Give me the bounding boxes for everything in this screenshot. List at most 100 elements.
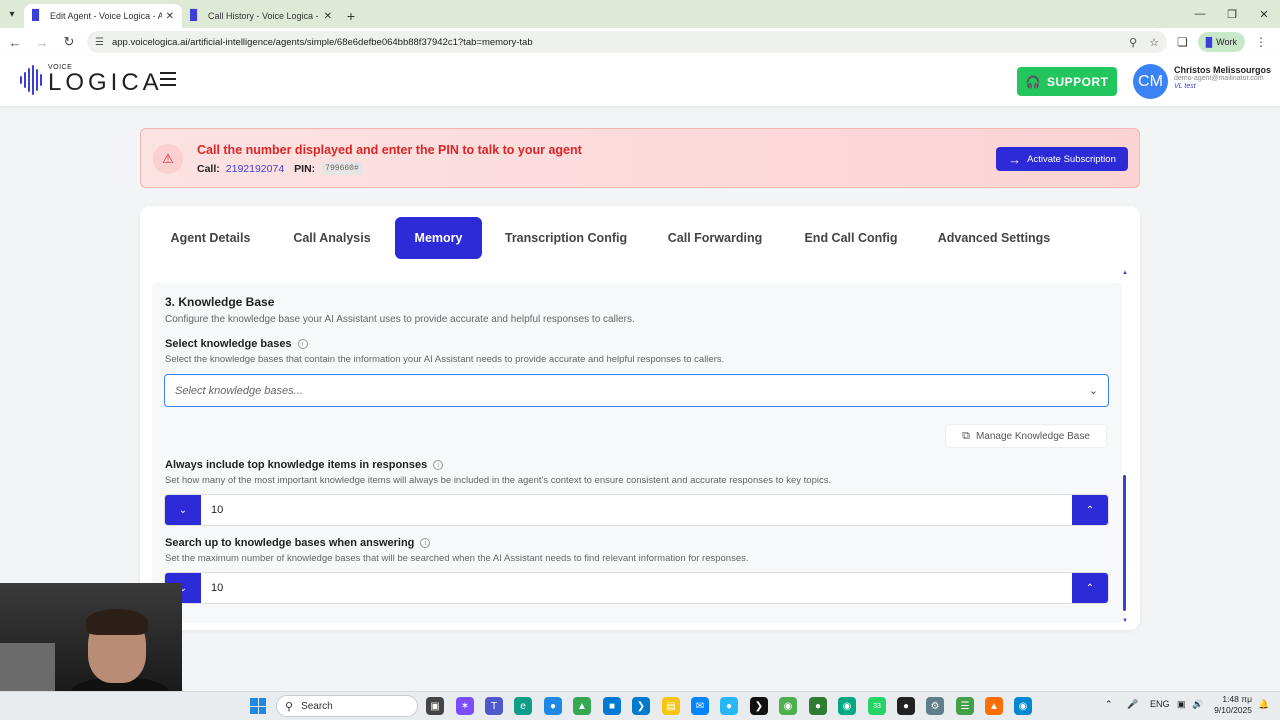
tab-memory[interactable]: Memory [395, 217, 482, 259]
github-icon[interactable]: ● [897, 697, 915, 715]
knowledge-base-select[interactable]: Select knowledge bases... ⌄ [164, 374, 1109, 407]
forward-icon[interactable]: → [30, 30, 54, 54]
knowledge-base-section: 3. Knowledge Base Configure the knowledg… [152, 283, 1122, 623]
chrome-icon[interactable]: ◉ [779, 697, 797, 715]
search-kb-label: Search up to knowledge bases when answer… [165, 537, 415, 549]
restore-icon[interactable]: ❐ [1216, 0, 1248, 28]
browser-tab-call-history[interactable]: █ Call History - Voice Logica - AI ✕ [182, 4, 340, 28]
browser-icon[interactable]: ● [544, 697, 562, 715]
user-email: demo-agent@mailinator.com [1174, 75, 1264, 83]
extensions-icon[interactable]: ❏ [1177, 35, 1188, 49]
browser-tab-edit-agent[interactable]: █ Edit Agent - Voice Logica - AI P ✕ [24, 4, 182, 28]
pin-value: 799660# [321, 162, 363, 175]
whatsapp-badge: 33 [873, 702, 881, 710]
activate-subscription-button[interactable]: → Activate Subscription [996, 147, 1128, 171]
browser-tab-bar: ▾ █ Edit Agent - Voice Logica - AI P ✕ █… [0, 0, 1280, 28]
increment-chevron-up-icon[interactable]: ⌃ [1072, 495, 1108, 525]
pin-label: PIN: [294, 162, 316, 175]
chrome-profile-icon[interactable]: ◉ [838, 697, 856, 715]
close-tab-icon[interactable]: ✕ [166, 11, 174, 22]
panel-scrollbar[interactable]: ▲ ▼ [1122, 270, 1128, 624]
site-info-icon[interactable]: ☰ [95, 37, 104, 48]
edge-icon[interactable]: e [514, 697, 532, 715]
tab-search-icon[interactable]: ▾ [0, 0, 24, 28]
language-indicator[interactable]: ENG [1150, 699, 1170, 709]
taskbar-search[interactable]: ⚲ Search [276, 695, 418, 717]
drive-icon[interactable]: ▲ [573, 697, 591, 715]
mongodb-icon[interactable]: ● [809, 697, 827, 715]
settings-gear-icon[interactable]: ⚙ [926, 697, 944, 715]
manage-label: Manage Knowledge Base [975, 430, 1090, 442]
decrement-chevron-down-icon[interactable]: ⌄ [165, 495, 201, 525]
select-kb-description: Select the knowledge bases that contain … [165, 354, 725, 365]
store-icon[interactable]: ■ [603, 697, 621, 715]
vscode-icon[interactable]: ❯ [632, 697, 650, 715]
copilot-icon[interactable]: ✶ [456, 697, 474, 715]
tab-advanced-settings[interactable]: Advanced Settings [932, 217, 1056, 259]
tab-call-forwarding[interactable]: Call Forwarding [660, 217, 770, 259]
terminal-icon[interactable]: ❯ [750, 697, 768, 715]
bookmark-star-icon[interactable]: ☆ [1149, 36, 1159, 49]
network-icon[interactable]: ▣ [1177, 699, 1186, 710]
scroll-up-icon[interactable]: ▲ [1122, 270, 1128, 276]
file-explorer-icon[interactable]: ▤ [662, 697, 680, 715]
search-kb-input[interactable]: 10 [201, 573, 1072, 603]
tab-agent-details[interactable]: Agent Details [162, 217, 259, 259]
reload-icon[interactable]: ↻ [57, 30, 81, 54]
windows-taskbar: ⚲ Search ▣ ✶ T e ● ▲ ■ ❯ ▤ ✉ ● ❯ ◉ ● ◉ 3… [0, 691, 1280, 720]
vlc-icon[interactable]: ▲ [985, 697, 1003, 715]
profile-chip[interactable]: █ Work [1197, 32, 1245, 52]
taskbar-clock[interactable]: 1:48 πμ 9/10/2025 [1210, 694, 1252, 715]
browser-tab-title: Call History - Voice Logica - AI [208, 11, 320, 21]
scrollbar-thumb[interactable] [1123, 475, 1126, 611]
notes-icon[interactable]: ☰ [956, 697, 974, 715]
notification-icon[interactable]: 🔔 [1258, 699, 1269, 710]
messenger-icon[interactable]: ✉ [691, 697, 709, 715]
avatar[interactable]: CM [1133, 64, 1168, 99]
voicelogica-logo[interactable]: VOICE LOGICA [20, 64, 163, 95]
search-kb-stepper: ⌄ 10 ⌃ [164, 572, 1109, 604]
tab-call-analysis[interactable]: Call Analysis [286, 217, 378, 259]
whatsapp-icon[interactable]: 33 [868, 697, 886, 715]
increment-chevron-up-icon[interactable]: ⌃ [1072, 573, 1108, 603]
support-button[interactable]: 🎧 SUPPORT [1017, 67, 1117, 96]
manage-knowledge-base-button[interactable]: ⧉ Manage Knowledge Base [945, 424, 1107, 448]
tray-chevron-up-icon[interactable]: ⌃ [1105, 699, 1113, 710]
info-icon[interactable]: i [297, 339, 308, 349]
url-bar[interactable]: ☰ app.voicelogica.ai/artificial-intellig… [87, 31, 1167, 53]
scroll-down-icon[interactable]: ▼ [1122, 618, 1128, 624]
clock-date: 9/10/2025 [1214, 704, 1252, 715]
task-view-icon[interactable]: ▣ [426, 697, 444, 715]
microphone-icon[interactable]: 🎤 [1127, 699, 1138, 710]
tab-end-call-config[interactable]: End Call Config [796, 217, 906, 259]
url-text: app.voicelogica.ai/artificial-intelligen… [111, 36, 533, 48]
new-tab-icon[interactable]: + [340, 4, 362, 28]
close-tab-icon[interactable]: ✕ [324, 11, 332, 22]
app-icon[interactable]: ● [720, 697, 738, 715]
teams-icon[interactable]: T [485, 697, 503, 715]
zoom-icon[interactable]: ⚲ [1129, 36, 1137, 49]
call-number[interactable]: 2192192074 [226, 163, 284, 175]
logo-big-text: LOGICA [48, 69, 163, 96]
test-call-alert: ⚠ Call the number displayed and enter th… [140, 128, 1140, 188]
close-window-icon[interactable]: ✕ [1248, 0, 1280, 28]
back-icon[interactable]: ← [3, 30, 27, 54]
select-kb-label-row: Select knowledge bases i [165, 338, 308, 350]
volume-icon[interactable]: 🔊 [1192, 699, 1203, 710]
user-info[interactable]: Christos Melissourgos demo-agent@mailina… [1174, 65, 1271, 91]
browser-menu-icon[interactable]: ⋮ [1255, 35, 1267, 49]
top-items-label: Always include top knowledge items in re… [165, 459, 428, 471]
info-icon[interactable]: i [420, 538, 431, 548]
arrow-right-icon: → [1008, 151, 1022, 167]
hamburger-menu-icon[interactable] [160, 72, 176, 86]
search-icon: ⚲ [285, 700, 294, 713]
info-icon[interactable]: i [433, 460, 444, 470]
windows-start-icon[interactable] [250, 698, 266, 714]
headset-icon: 🎧 [1025, 74, 1041, 89]
waveform-logo-icon [20, 64, 42, 95]
minimize-icon[interactable]: — [1184, 0, 1216, 28]
app-globe-icon[interactable]: ◉ [1014, 697, 1032, 715]
voicelogica-favicon-icon: █ [190, 10, 198, 21]
top-items-input[interactable]: 10 [201, 495, 1072, 525]
tab-transcription-config[interactable]: Transcription Config [498, 217, 634, 259]
